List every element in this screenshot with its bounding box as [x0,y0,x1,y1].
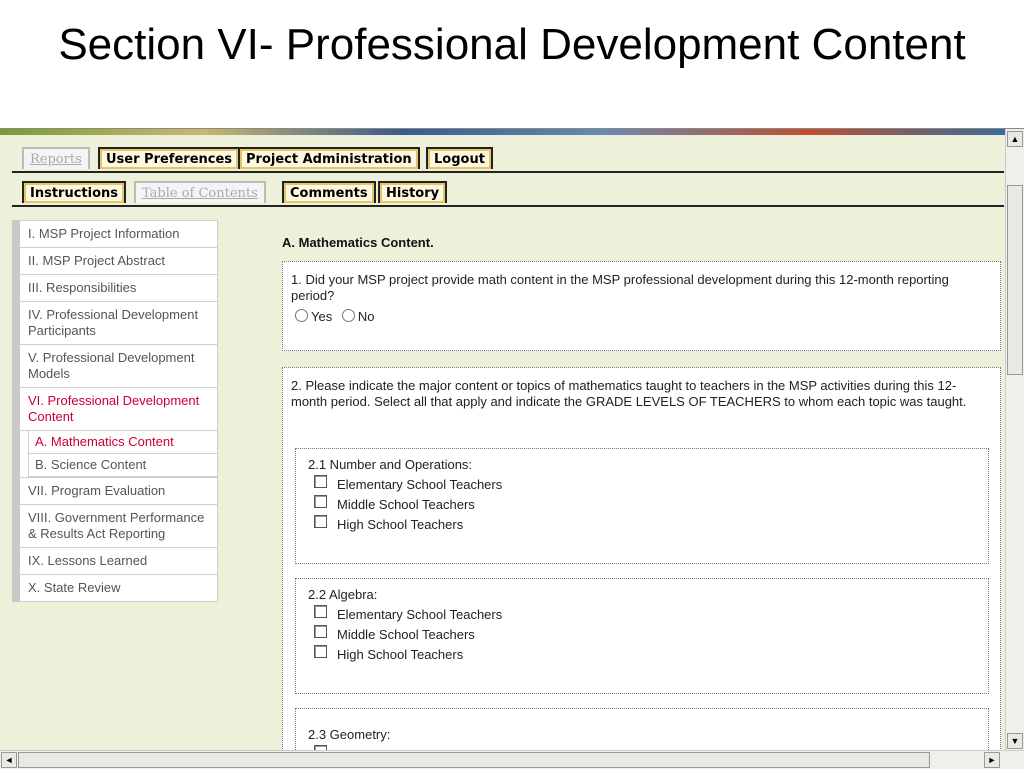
vertical-scroll-thumb[interactable] [1007,185,1023,375]
tab-instructions[interactable]: Instructions [22,181,127,203]
section-heading: A. Mathematics Content. [282,235,434,250]
nav-item-pd-content[interactable]: VI. Professional Development Content [12,387,218,431]
question-2: 2. Please indicate the major content or … [282,367,1001,751]
checkbox-high[interactable] [314,645,327,658]
scroll-up-icon[interactable]: ▲ [1007,131,1023,147]
checkbox-middle[interactable] [314,495,327,508]
subsection-number-operations: 2.1 Number and Operations: Elementary Sc… [295,448,989,564]
scroll-left-icon[interactable]: ◄ [1,752,17,768]
nav-item-pd-participants[interactable]: IV. Professional Development Participant… [12,301,218,345]
question-1: 1. Did your MSP project provide math con… [282,261,1001,351]
nav-item-project-information[interactable]: I. MSP Project Information [12,220,218,248]
checkbox-high[interactable] [314,515,327,528]
horizontal-scrollbar[interactable]: ◄ ► [0,750,1024,769]
checkbox-label: Elementary School Teachers [337,607,503,622]
scroll-right-icon[interactable]: ► [984,752,1000,768]
page-content: Reports User Preferences Project Adminis… [0,135,1005,751]
checkbox-elementary[interactable] [314,605,327,618]
checkbox-elementary[interactable] [314,475,327,488]
subsection-algebra: 2.2 Algebra: Elementary School Teachers … [295,578,989,694]
scroll-down-icon[interactable]: ▼ [1007,733,1023,749]
horizontal-scroll-thumb[interactable] [18,752,930,768]
radio-yes-label: Yes [311,309,333,324]
tab-comments[interactable]: Comments [282,181,376,203]
slide-title: Section VI- Professional Development Con… [58,20,966,69]
question-1-text: 1. Did your MSP project provide math con… [291,272,949,303]
top-tab-bar: Reports User Preferences Project Adminis… [12,147,1004,173]
subsection-title: 2.1 Number and Operations: [308,457,473,472]
nav-item-project-abstract[interactable]: II. MSP Project Abstract [12,247,218,275]
radio-no-label: No [357,309,375,324]
checkbox-label: High School Teachers [337,647,464,662]
radio-yes[interactable] [295,309,308,322]
nav-item-pd-models[interactable]: V. Professional Development Models [12,344,218,388]
checkbox-label: High School Teachers [337,517,464,532]
radio-no[interactable] [341,309,355,322]
main-form: A. Mathematics Content. 1. Did your MSP … [280,225,1005,751]
tab-table-of-contents[interactable]: Table of Contents [134,181,266,203]
sub-tab-bar: Instructions Table of Contents Comments … [12,181,1004,207]
checkbox-label: Middle School Teachers [337,497,475,512]
tab-logout[interactable]: Logout [426,147,493,169]
question-1-options: Yes No [291,308,992,326]
nav-subitem-science-content[interactable]: B. Science Content [28,453,218,477]
nav-item-state-review[interactable]: X. State Review [12,574,218,602]
subsection-title: 2.3 Geometry: [308,727,391,742]
tab-project-administration[interactable]: Project Administration [238,147,420,169]
nav-subitems: A. Mathematics Content B. Science Conten… [12,430,218,478]
section-nav: I. MSP Project Information II. MSP Proje… [12,220,218,602]
nav-item-lessons-learned[interactable]: IX. Lessons Learned [12,547,218,575]
subsection-title: 2.2 Algebra: [308,587,378,602]
checkbox-label: Elementary School Teachers [337,477,503,492]
nav-item-program-evaluation[interactable]: VII. Program Evaluation [12,477,218,505]
nav-item-responsibilities[interactable]: III. Responsibilities [12,274,218,302]
vertical-scrollbar[interactable]: ▲ ▼ [1005,129,1024,751]
question-2-text: 2. Please indicate the major content or … [291,378,967,409]
nav-subitem-mathematics-content[interactable]: A. Mathematics Content [28,430,218,454]
checkbox-label: Middle School Teachers [337,627,475,642]
subsection-geometry: 2.3 Geometry: [295,708,989,751]
tab-history[interactable]: History [378,181,448,203]
nav-item-gpra-reporting[interactable]: VIII. Government Performance & Results A… [12,504,218,548]
tab-reports[interactable]: Reports [22,147,90,169]
tab-user-preferences[interactable]: User Preferences [98,147,241,169]
browser-window: Reports User Preferences Project Adminis… [0,128,1024,769]
checkbox-middle[interactable] [314,625,327,638]
